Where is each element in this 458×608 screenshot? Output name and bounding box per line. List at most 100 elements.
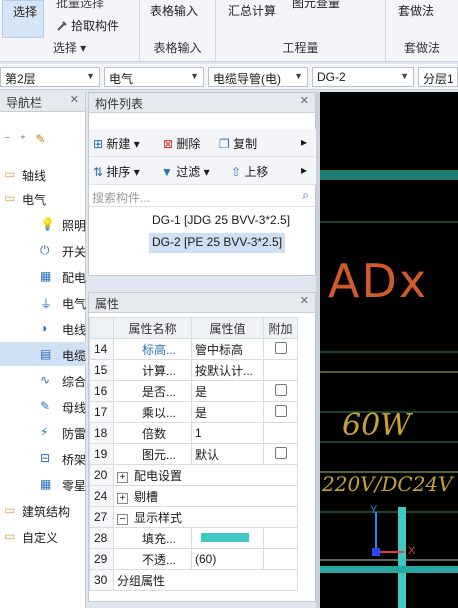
table-input-group-label: 表格输入 xyxy=(153,41,202,55)
component-search-input[interactable]: 搜索构件... ⌕ xyxy=(89,185,315,207)
nav-item[interactable]: ▭ 自定义 xyxy=(0,524,86,548)
nav-item[interactable]: 💡 照明灯具 xyxy=(0,212,86,236)
property-group-label: 分组属性 xyxy=(117,573,166,588)
nav-item[interactable]: ⊟ 桥架 xyxy=(0,446,86,470)
row-number: 16 xyxy=(89,380,114,402)
close-icon[interactable]: ✕ xyxy=(70,93,79,106)
property-value[interactable]: 管中标高 xyxy=(191,338,264,360)
layer-select[interactable]: 分层1 xyxy=(418,67,458,87)
property-name: 分组属性 xyxy=(113,569,298,591)
component-select[interactable]: DG-2 ▼ xyxy=(312,67,414,87)
property-value[interactable]: 是 xyxy=(191,401,264,423)
view-quantity-button[interactable]: 图元查量 xyxy=(292,0,340,11)
origin-marker xyxy=(372,548,380,556)
grid-icon: ▦ xyxy=(40,477,52,491)
property-name: + 剔槽 xyxy=(113,485,298,507)
properties-panel: 属性 ✕ 属性名称 属性值 附加 14 标高... 管中标高 15 计算... 按默认计.… xyxy=(88,292,316,602)
type-select[interactable]: 电缆导管(电) ▼ xyxy=(208,67,308,87)
expand-toggle-icon[interactable]: + xyxy=(117,492,128,504)
method-group: 套做法 套做法 xyxy=(386,0,458,62)
table-row[interactable]: 24 + 剔槽 xyxy=(89,485,298,507)
additional-cell xyxy=(263,380,298,402)
nav-item-label: 配电箱柜 xyxy=(62,271,86,285)
expand-toggle-icon[interactable]: + xyxy=(117,471,128,483)
folder-icon: ▭ xyxy=(4,167,16,181)
floor-select[interactable]: 第2层 ▼ xyxy=(0,67,100,87)
batch-select-button[interactable]: 批量选择 xyxy=(56,0,104,11)
property-name: 标高... xyxy=(113,338,192,360)
table-input-group: 表格输入 表格输入 xyxy=(140,0,216,62)
additional-checkbox[interactable] xyxy=(274,341,287,354)
table-row[interactable]: 20 + 配电设置 xyxy=(89,464,298,486)
more-icon[interactable]: ▸ xyxy=(301,135,307,149)
property-value[interactable]: 是 xyxy=(191,380,264,402)
property-value[interactable]: 默认 xyxy=(191,443,264,465)
fill-color-swatch[interactable] xyxy=(201,533,249,542)
nav-item[interactable]: ▭ 轴线 xyxy=(0,162,86,186)
property-value[interactable]: 按默认计... xyxy=(191,359,264,381)
method-group-label: 套做法 xyxy=(403,41,440,55)
expand-icon[interactable]: ⁺ xyxy=(20,132,26,146)
pick-component-button[interactable]: 拾取构件 xyxy=(71,17,119,34)
component-item-selected[interactable]: DG-2 [PE 25 BVV-3*2.5] xyxy=(149,233,286,253)
nav-item-label: 照明灯具 xyxy=(62,219,86,233)
table-row[interactable]: 15 计算... 按默认计... xyxy=(89,359,298,381)
table-row[interactable]: 30 分组属性 xyxy=(89,569,298,591)
property-value[interactable]: (60) xyxy=(191,548,264,570)
table-row[interactable]: 29 不透... (60) xyxy=(89,548,298,570)
nav-item[interactable]: ⏚ 电气设备 xyxy=(0,290,86,314)
drawing-canvas[interactable]: ADx 60W 220V/DC24V Y X xyxy=(320,92,458,608)
additional-checkbox[interactable] xyxy=(274,404,287,417)
expand-toggle-icon[interactable]: − xyxy=(117,513,128,525)
more-icon[interactable]: ▸ xyxy=(301,163,307,177)
cable-icon: ▤ xyxy=(40,347,52,361)
nav-item[interactable]: ⏻ 开关插座 xyxy=(0,238,86,262)
component-item[interactable]: DG-1 [JDG 25 BVV-3*2.5] xyxy=(149,211,293,231)
close-icon[interactable]: ✕ xyxy=(300,294,309,307)
copy-button[interactable]: ❐ 复制 xyxy=(219,135,257,152)
table-row[interactable]: 28 填充... xyxy=(89,527,298,549)
table-row[interactable]: 14 标高... 管中标高 xyxy=(89,338,298,360)
nav-item[interactable]: ◑ 电线导管 xyxy=(0,316,86,340)
cad-text-voltage: 220V/DC24V xyxy=(322,472,453,496)
nav-item-label: 零星构件 xyxy=(62,479,86,493)
nav-item[interactable]: ▭ 建筑结构 xyxy=(0,498,86,522)
sort-button[interactable]: ⇅ 排序 ▾ xyxy=(93,163,140,180)
row-number: 29 xyxy=(89,548,114,570)
summary-calc-button[interactable]: 汇总计算 xyxy=(228,2,276,19)
close-icon[interactable]: ✕ xyxy=(300,94,309,107)
nav-item[interactable]: ▦ 配电箱柜 xyxy=(0,264,86,288)
select-button[interactable]: 选择 xyxy=(2,0,44,38)
delete-button[interactable]: ⊠ 删除 xyxy=(163,135,200,152)
nav-item[interactable]: ▤ 电缆导管 xyxy=(0,342,86,366)
axis-x-label: X xyxy=(408,545,416,557)
nav-item-label: 电线导管 xyxy=(62,323,86,337)
select-button-label: 选择 xyxy=(13,5,38,19)
nav-item[interactable]: ⚡ 防雷接地 xyxy=(0,420,86,444)
table-row[interactable]: 17 乘以... 是 xyxy=(89,401,298,423)
edit-icon[interactable]: ✎ xyxy=(35,132,45,146)
property-value[interactable]: 1 xyxy=(191,422,264,444)
table-row[interactable]: 18 倍数 1 xyxy=(89,422,298,444)
table-row[interactable]: 19 图元... 默认 xyxy=(89,443,298,465)
method-button[interactable]: 套做法 xyxy=(398,2,434,19)
additional-checkbox[interactable] xyxy=(274,383,287,396)
major-select[interactable]: 电气 ▼ xyxy=(104,67,204,87)
component-list-panel: 构件列表 ✕ ⊞ 新建 ▾ ⊠ 删除 ❐ 复制 ▸ ⇅ 排序 ▾ ▼ 过滤 ▾ … xyxy=(88,92,317,276)
row-number: 17 xyxy=(89,401,114,423)
table-row[interactable]: 27− 显示样式 xyxy=(89,506,298,528)
nav-item[interactable]: ▭ 电气 xyxy=(0,186,86,210)
table-input-button[interactable]: 表格输入 xyxy=(150,2,198,19)
collapse-icon[interactable]: ⁻ xyxy=(4,132,10,146)
additional-checkbox[interactable] xyxy=(274,446,287,459)
nav-item[interactable]: ✎ 母线 xyxy=(0,394,86,418)
search-icon[interactable]: ⌕ xyxy=(302,188,309,203)
new-button[interactable]: ⊞ 新建 ▾ xyxy=(93,135,140,152)
filter-button[interactable]: ▼ 过滤 ▾ xyxy=(161,163,210,180)
panel-icon: ▦ xyxy=(40,269,52,283)
table-row[interactable]: 16 是否... 是 xyxy=(89,380,298,402)
nav-item[interactable]: ∿ 综合管线 xyxy=(0,368,86,392)
nav-item[interactable]: ▦ 零星构件 xyxy=(0,472,86,496)
property-value[interactable] xyxy=(191,527,264,549)
move-up-button[interactable]: ⇧ 上移 xyxy=(231,163,268,180)
